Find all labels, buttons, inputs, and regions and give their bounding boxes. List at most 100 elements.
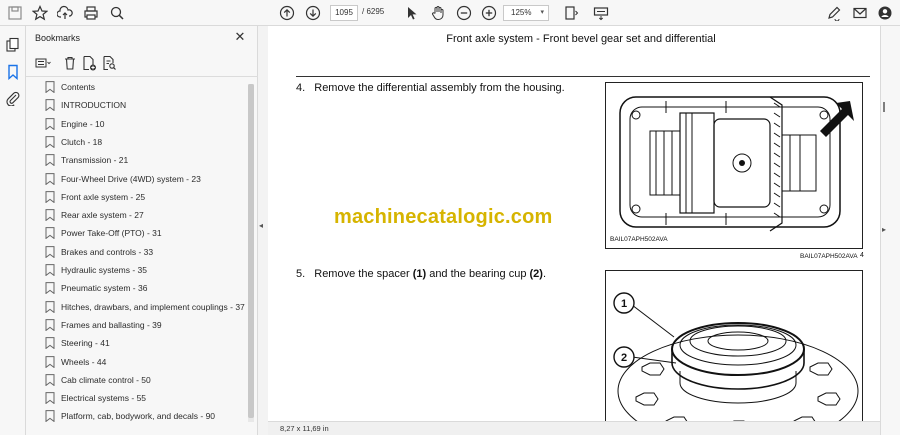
bookmark-options-icon[interactable] [35,55,51,71]
bookmark-icon [45,410,55,423]
callout-1: 1 [621,298,627,310]
bookmark-icon [45,209,55,222]
scroll-thumb[interactable] [248,84,254,418]
bookmark-item[interactable]: Brakes and controls - 33 [26,243,248,261]
find-bookmark-icon[interactable] [101,55,117,71]
bookmark-label: Wheels - 44 [61,356,107,367]
bookmark-item[interactable]: Engine - 10 [26,115,248,133]
bookmark-label: Frames and ballasting - 39 [61,319,162,330]
zoom-out-icon[interactable] [455,4,473,22]
watermark: machinecatalogic.com [334,206,553,228]
page-thumbnails-icon[interactable] [5,37,21,53]
pdf-viewer-app: 1095 / 6295 125% ▾ Bookmarks ✕ Contents … [0,0,900,435]
bookmark-label: Four-Wheel Drive (4WD) system - 23 [61,173,201,184]
bookmark-item[interactable]: Contents [26,78,248,96]
upload-cloud-icon[interactable] [56,4,74,22]
bookmark-icon [45,81,55,93]
sign-pen-icon[interactable] [825,4,843,22]
step-5-text-a: Remove the spacer [314,268,413,280]
bookmark-item[interactable]: Clutch - 18 [26,133,248,151]
fit-page-icon[interactable] [562,4,580,22]
bookmark-item[interactable]: INTRODUCTION [26,96,248,114]
bookmark-label: Brakes and controls - 33 [61,246,154,257]
step-5: 5. Remove the spacer (1) and the bearing… [296,268,546,280]
right-scroll-markers: ▸ [882,102,886,234]
bookmark-item[interactable]: Four-Wheel Drive (4WD) system - 23 [26,170,248,188]
bookmark-icon [45,135,55,148]
bookmark-item[interactable]: Cab climate control - 50 [26,371,248,389]
bookmark-icon [45,300,55,313]
bookmark-icon [45,190,55,203]
bookmark-label: Power Take-Off (PTO) - 31 [61,228,162,239]
bookmark-icon [45,318,55,331]
step-4-text: Remove the differential assembly from th… [314,82,565,94]
bookmark-item[interactable]: Platform, cab, bodywork, and decals - 90 [26,407,248,425]
bookmark-item[interactable]: Power Take-Off (PTO) - 31 [26,224,248,242]
bookmark-label: INTRODUCTION [61,100,127,111]
page-header: Front axle system - Front bevel gear set… [446,33,716,45]
bookmark-icon [45,282,55,295]
bookmark-item[interactable]: Transmission - 21 [26,151,248,169]
bookmark-label: Electrical systems - 55 [61,393,147,404]
bookmark-item[interactable]: Steering - 41 [26,334,248,352]
collapse-left-icon[interactable]: ◂ [259,221,263,230]
print-icon[interactable] [82,4,100,22]
bookmark-item[interactable]: Wheels - 44 [26,353,248,371]
bookmark-item[interactable]: Rear axle system - 27 [26,206,248,224]
step-5-text-c: . [542,268,547,280]
zoom-level-dropdown[interactable]: 125% ▾ [503,5,549,21]
step-4: 4. Remove the differential assembly from… [296,82,565,94]
panel-splitter[interactable]: ◂ [258,26,268,435]
bookmark-icon [45,245,55,258]
header-rule [296,76,870,77]
zoom-search-icon[interactable] [108,4,126,22]
page-number-input[interactable]: 1095 [330,5,358,21]
bookmark-item[interactable]: Front axle system - 25 [26,188,248,206]
figure-caption-inner: BAIL07APH502AVA [610,236,668,243]
bookmark-label: Engine - 10 [61,118,105,129]
step-5-text-b: and the bearing cup [426,268,530,280]
bookmark-label: Cab climate control - 50 [61,374,151,385]
zoom-in-icon[interactable] [480,4,498,22]
bookmarks-panel: Bookmarks ✕ Contents INTRODUCTION Engine -… [26,26,258,435]
document-page: Front axle system - Front bevel gear set… [268,26,880,421]
bookmark-label: Pneumatic system - 36 [61,283,148,294]
bookmark-label: Rear axle system - 27 [61,210,144,221]
close-icon[interactable]: ✕ [233,30,247,44]
bookmark-icon [45,99,55,112]
bookmark-item[interactable]: Hydraulic systems - 35 [26,261,248,279]
star-bookmark-icon[interactable] [31,4,49,22]
delete-bookmark-icon[interactable] [62,55,78,71]
bookmark-icon [45,355,55,368]
bookmarks-divider [26,76,258,77]
bookmark-icon [45,337,55,350]
bookmark-item[interactable]: Electrical systems - 55 [26,389,248,407]
bookmarks-title: Bookmarks [35,33,81,43]
page-total: / 6295 [362,7,385,16]
hand-tool-icon[interactable] [429,4,447,22]
attachments-icon[interactable] [5,90,21,107]
account-icon[interactable] [876,4,894,22]
bookmark-item[interactable]: Hitches, drawbars, and implement couplin… [26,298,248,316]
bookmark-item[interactable]: Pneumatic system - 36 [26,279,248,297]
bookmarks-panel-icon[interactable] [5,64,21,81]
select-pointer-icon[interactable] [403,4,421,22]
previous-page-icon[interactable] [278,4,296,22]
right-scroll-rail[interactable]: ▸ [880,26,900,435]
figure-spacer-bearing-cup: 1 2 [605,270,863,421]
bookmarks-scrollbar[interactable] [248,84,254,422]
left-tool-rail [0,26,26,435]
keyboard-icon[interactable] [592,4,610,22]
next-page-icon[interactable] [304,4,322,22]
bookmark-label: Platform, cab, bodywork, and decals - 90 [61,411,216,422]
status-bar: 8,27 x 11,69 in [268,421,880,435]
email-icon[interactable] [851,4,869,22]
step-5-ref-2: (2) [529,268,543,280]
save-icon[interactable] [6,4,24,22]
bookmark-icon [45,117,55,130]
add-bookmark-icon[interactable] [81,55,97,71]
bookmark-icon [45,373,55,386]
figure-number: 4 [860,252,864,259]
bookmark-item[interactable]: Frames and ballasting - 39 [26,316,248,334]
bookmark-label: Transmission - 21 [61,155,129,166]
